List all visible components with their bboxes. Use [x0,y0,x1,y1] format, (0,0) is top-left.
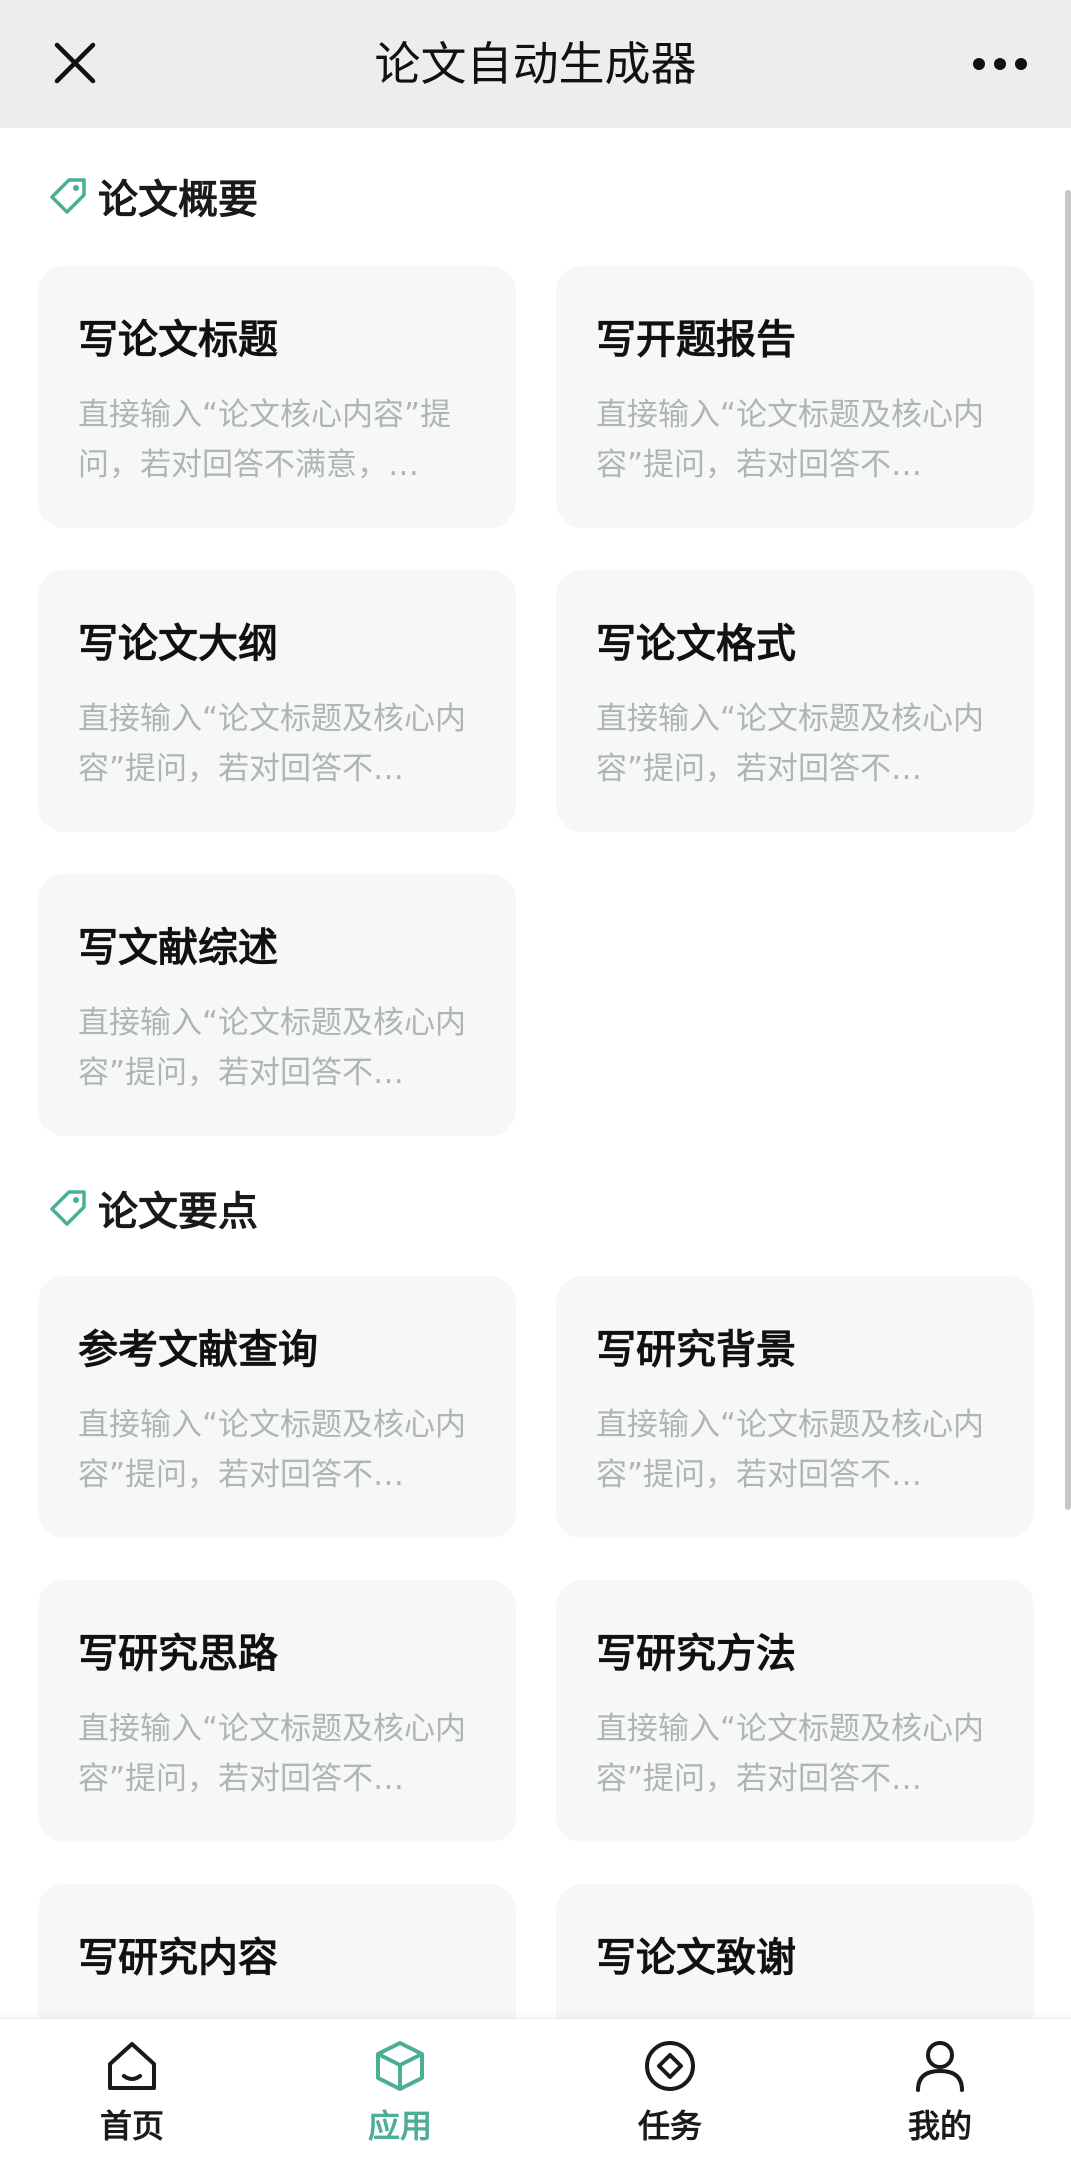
card-description: 直接输入“论文核心内容”提问，若对回答不满意，… [78,397,452,483]
nav-item-profile[interactable]: 我的 [850,2019,1030,2157]
section-title-overview: 论文概要 [48,166,258,226]
card-title: 写论文大纲 [78,621,278,667]
close-button[interactable] [44,32,106,94]
nav-item-apps[interactable]: 应用 [310,2019,490,2157]
card-research-approach[interactable]: 写研究思路 直接输入“论文标题及核心内容”提问，若对回答不… [38,1580,516,1842]
card-reference-search[interactable]: 参考文献查询 直接输入“论文标题及核心内容”提问，若对回答不… [38,1276,516,1538]
card-description: 直接输入“论文标题及核心内容”提问，若对回答不… [596,1711,985,1797]
card-proposal-report[interactable]: 写开题报告 直接输入“论文标题及核心内容”提问，若对回答不… [556,266,1034,528]
target-icon [641,2037,699,2095]
card-description: 直接输入“论文标题及核心内容”提问，若对回答不… [78,1005,467,1091]
top-bar: 论文自动生成器 [0,0,1071,128]
section-label: 论文要点 [98,1189,258,1235]
content-area[interactable]: 论文概要 写论文标题 直接输入“论文核心内容”提问，若对回答不满意，… 写开题报… [0,128,1071,2018]
card-description: 直接输入“论文标题及核心内容”提问，若对回答不… [596,397,985,483]
card-research-content[interactable]: 写研究内容 [38,1884,516,2018]
nav-item-home[interactable]: 首页 [42,2019,222,2157]
card-title: 写研究方法 [596,1631,796,1677]
section-label: 论文概要 [98,177,258,223]
more-horizontal-icon [973,58,1027,70]
section-title-key-points: 论文要点 [48,1178,258,1238]
user-icon [911,2037,969,2095]
card-literature-review[interactable]: 写文献综述 直接输入“论文标题及核心内容”提问，若对回答不… [38,874,516,1136]
bottom-nav: 首页 应用 任务 我的 [0,2018,1071,2157]
card-research-background[interactable]: 写研究背景 直接输入“论文标题及核心内容”提问，若对回答不… [556,1276,1034,1538]
card-paper-outline[interactable]: 写论文大纲 直接输入“论文标题及核心内容”提问，若对回答不… [38,570,516,832]
nav-label: 应用 [367,2107,432,2145]
card-description: 直接输入“论文标题及核心内容”提问，若对回答不… [596,1407,985,1493]
card-title: 写开题报告 [596,317,796,363]
card-title: 写研究背景 [596,1327,796,1373]
nav-label: 任务 [637,2107,702,2145]
scrollbar-thumb[interactable] [1065,190,1071,1510]
cube-icon [371,2037,429,2095]
card-paper-format[interactable]: 写论文格式 直接输入“论文标题及核心内容”提问，若对回答不… [556,570,1034,832]
card-description: 直接输入“论文标题及核心内容”提问，若对回答不… [78,701,467,787]
app-root: 论文自动生成器 论文概要 写论文标题 直接输入“论文核心内容”提问，若对回答不满… [0,0,1071,2157]
card-description [596,2008,994,2018]
card-description [78,2008,476,2018]
card-title: 参考文献查询 [78,1327,318,1373]
card-title: 写文献综述 [78,925,278,971]
more-button[interactable] [965,36,1035,92]
nav-item-tasks[interactable]: 任务 [580,2019,760,2157]
scrollbar[interactable] [1061,190,1071,1510]
card-title: 写论文标题 [78,317,278,363]
nav-label: 首页 [99,2107,164,2145]
card-paper-title[interactable]: 写论文标题 直接输入“论文核心内容”提问，若对回答不满意，… [38,266,516,528]
page-title: 论文自动生成器 [374,37,697,91]
card-research-method[interactable]: 写研究方法 直接输入“论文标题及核心内容”提问，若对回答不… [556,1580,1034,1842]
card-title: 写研究思路 [78,1631,278,1677]
nav-label: 我的 [907,2107,972,2145]
tag-icon [48,176,88,216]
card-description: 直接输入“论文标题及核心内容”提问，若对回答不… [78,1407,467,1493]
card-description: 直接输入“论文标题及核心内容”提问，若对回答不… [596,701,985,787]
card-acknowledgement[interactable]: 写论文致谢 [556,1884,1034,2018]
close-icon [54,42,96,84]
tag-icon [48,1188,88,1228]
home-icon [103,2037,161,2095]
card-title: 写论文格式 [596,621,796,667]
card-title: 写研究内容 [78,1935,278,1981]
card-title: 写论文致谢 [596,1935,796,1981]
card-description: 直接输入“论文标题及核心内容”提问，若对回答不… [78,1711,467,1797]
